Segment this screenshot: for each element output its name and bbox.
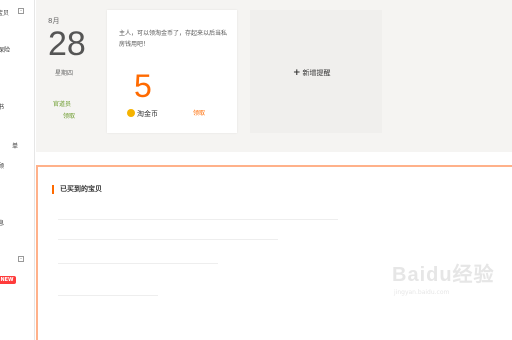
faded-row <box>58 263 218 264</box>
sidebar-item-care[interactable]: 顾 <box>0 161 4 170</box>
sidebar-item-baby[interactable]: 宝贝 <box>0 8 9 17</box>
calendar-weekday: 星期四 <box>55 70 74 77</box>
baidu-watermark-url: jingyan.baidu.com <box>394 289 450 296</box>
collapse-icon[interactable]: - <box>18 256 24 262</box>
coin-message: 主人，可以领淘金币了，存起来以后当私房钱用吧！ <box>119 30 228 48</box>
add-reminder-label: 新增提醒 <box>302 69 331 77</box>
sidebar: 宝贝 - 保险 书 单 顾 息 - NEW <box>0 0 35 340</box>
collapse-icon[interactable]: - <box>18 8 24 14</box>
plus-icon: + <box>293 68 301 78</box>
sidebar-item-order[interactable]: 单 <box>12 141 18 150</box>
baidu-watermark: Baidu经验 <box>392 264 495 286</box>
calendar-day: 28 <box>48 25 86 63</box>
coin-amount: 5 <box>134 68 152 104</box>
add-reminder-card[interactable]: + 新增提醒 <box>250 10 382 133</box>
sidebar-item-message[interactable]: 息 <box>0 218 4 227</box>
new-badge: NEW <box>0 276 16 284</box>
bought-items-title: 已买到的宝贝 <box>52 185 102 194</box>
reminder-text[interactable]: 官道员 <box>53 99 71 108</box>
claim-coin-link[interactable]: 领取 <box>193 108 205 117</box>
coin-card: 主人，可以领淘金币了，存起来以后当私房钱用吧！ 5 淘金币 领取 <box>107 10 237 133</box>
add-reminder-button[interactable]: + 新增提醒 <box>293 68 331 78</box>
bought-items-panel: 已买到的宝贝 <box>36 165 512 340</box>
faded-row <box>58 219 338 220</box>
faded-row <box>58 239 278 240</box>
sidebar-item-insurance[interactable]: 保险 <box>0 45 10 54</box>
reminder-link[interactable]: 领取 <box>63 111 75 120</box>
coin-icon <box>127 109 135 117</box>
sidebar-item-book[interactable]: 书 <box>0 102 4 111</box>
faded-row <box>58 295 158 296</box>
coin-label: 淘金币 <box>137 110 158 118</box>
